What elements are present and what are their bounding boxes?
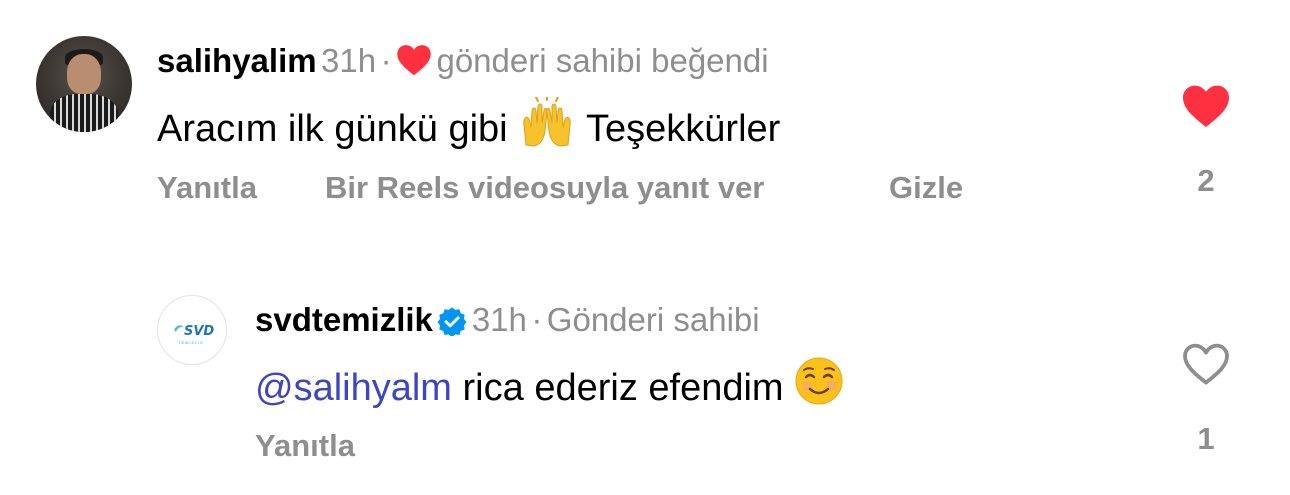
comment-time: 31h — [321, 42, 377, 79]
author-badge: Gönderi sahibi — [546, 301, 760, 338]
comment-text: rica ederiz efendim — [462, 367, 784, 409]
avatar-shirt — [50, 94, 118, 132]
comment-text: Aracım ilk günkü gibi — [157, 108, 508, 150]
comment-text-2: Teşekkürler — [586, 108, 781, 150]
raising-hands-emoji-icon — [523, 97, 571, 147]
comment-header-2: svdtemizlik 31h · Gönderi sahibi — [255, 301, 760, 339]
avatar-logo-subtext: TEMİZLİK — [178, 340, 205, 345]
svg-text:SVD: SVD — [184, 324, 214, 339]
like-count: 1 — [1197, 421, 1215, 456]
comment-body-2: @salihyalm rica ederiz efendim — [255, 356, 844, 410]
reply-button[interactable]: Yanıtla — [157, 170, 257, 206]
comment-time: 31h — [471, 301, 527, 338]
avatar-face — [67, 54, 101, 94]
reply-button[interactable]: Yanıtla — [255, 428, 355, 464]
heart-icon — [397, 45, 431, 76]
avatar-salihyalim[interactable] — [36, 36, 132, 132]
verified-badge-icon — [437, 307, 467, 336]
like-count: 2 — [1197, 163, 1215, 198]
like-outline-heart-icon[interactable] — [1182, 342, 1230, 386]
separator: · — [531, 301, 543, 338]
username[interactable]: svdtemizlik — [255, 301, 433, 338]
liked-by-author-text: gönderi sahibi beğendi — [436, 42, 769, 79]
smiling-face-emoji-icon — [795, 357, 843, 405]
mention-link[interactable]: @salihyalm — [255, 367, 452, 409]
avatar-svdtemizlik[interactable]: SVD TEMİZLİK — [157, 295, 227, 365]
separator: · — [380, 42, 392, 79]
username[interactable]: salihyalim — [157, 42, 317, 79]
reels-reply-button[interactable]: Bir Reels videosuyla yanıt ver — [325, 170, 764, 206]
like-filled-heart-icon[interactable] — [1181, 84, 1231, 128]
hide-button[interactable]: Gizle — [889, 170, 963, 206]
svd-logo-icon: SVD — [174, 324, 214, 339]
comment-body-1: Aracım ilk günkü gibi Teşekkürler — [157, 97, 780, 151]
comment-header-1: salihyalim 31h · gönderi sahibi beğendi — [157, 42, 769, 80]
